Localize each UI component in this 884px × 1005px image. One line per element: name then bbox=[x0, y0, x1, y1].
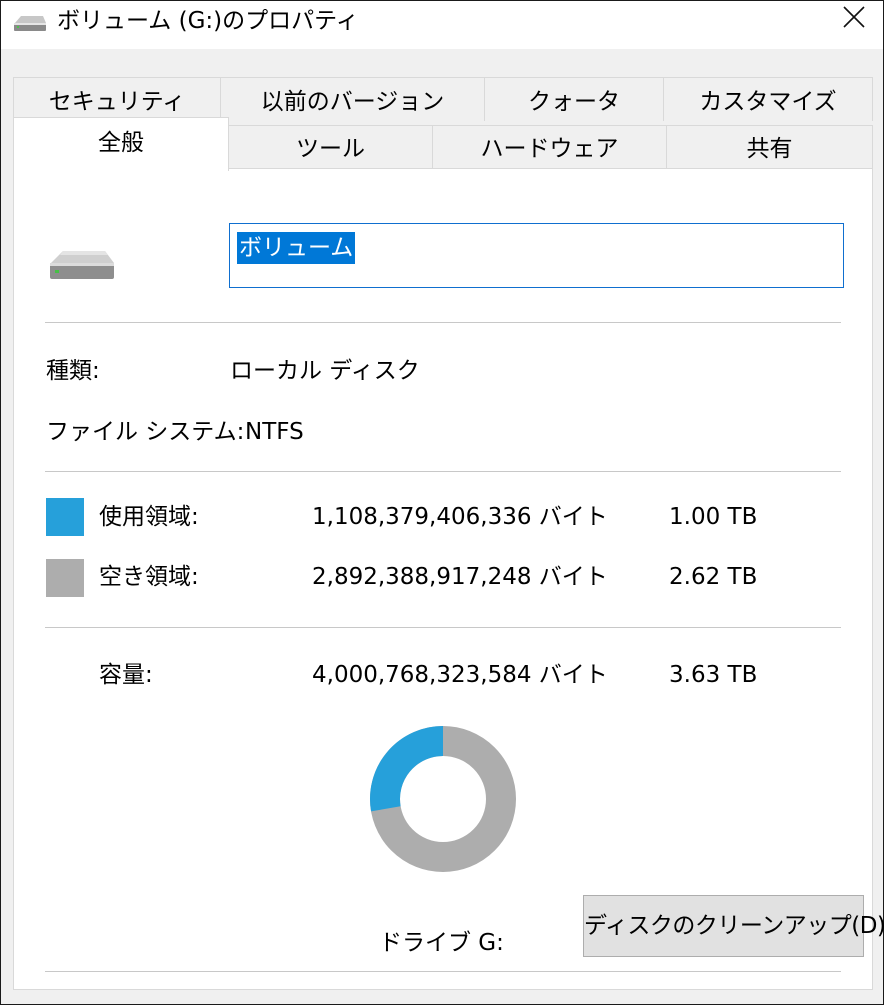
used-space-swatch bbox=[46, 498, 84, 536]
drive-icon bbox=[13, 12, 47, 34]
tab-previous-versions[interactable]: 以前のバージョン bbox=[220, 77, 485, 121]
type-label: 種類: bbox=[46, 358, 100, 384]
disk-cleanup-button[interactable]: ディスクのクリーンアップ(D) bbox=[583, 895, 884, 957]
used-space-bytes: 1,108,379,406,336 バイト bbox=[312, 504, 608, 530]
capacity-size: 3.63 TB bbox=[669, 662, 758, 688]
type-value: ローカル ディスク bbox=[230, 358, 420, 384]
volume-name-input[interactable]: ボリューム bbox=[229, 223, 844, 288]
divider bbox=[45, 322, 841, 323]
title-bar[interactable]: ボリューム (G:)のプロパティ bbox=[1, 1, 883, 49]
used-space-label: 使用領域: bbox=[99, 504, 199, 530]
capacity-label: 容量: bbox=[99, 662, 153, 688]
hard-drive-icon bbox=[48, 247, 116, 287]
free-space-bytes: 2,892,388,917,248 バイト bbox=[312, 564, 608, 590]
used-space-arc bbox=[370, 726, 444, 812]
file-system-label: ファイル システム: bbox=[46, 419, 245, 445]
properties-window: ボリューム (G:)のプロパティ セキュリティ 以前のバージョン クォータ カス… bbox=[0, 0, 884, 1005]
divider bbox=[45, 627, 841, 628]
tab-security[interactable]: セキュリティ bbox=[13, 77, 221, 121]
tab-tools[interactable]: ツール bbox=[228, 125, 433, 169]
divider bbox=[45, 971, 841, 972]
tab-general[interactable]: 全般 bbox=[13, 117, 229, 171]
tab-hardware[interactable]: ハードウェア bbox=[432, 125, 667, 169]
file-system-value: NTFS bbox=[245, 419, 304, 445]
tab-quota[interactable]: クォータ bbox=[484, 77, 664, 121]
drive-label: ドライブ G: bbox=[379, 930, 504, 956]
usage-donut-chart bbox=[370, 726, 516, 872]
free-space-label: 空き領域: bbox=[99, 564, 199, 590]
tab-customize[interactable]: カスタマイズ bbox=[663, 77, 873, 121]
used-space-size: 1.00 TB bbox=[669, 504, 758, 530]
close-button[interactable] bbox=[825, 1, 883, 35]
free-space-size: 2.62 TB bbox=[669, 564, 758, 590]
volume-name-text: ボリューム bbox=[237, 232, 356, 264]
divider bbox=[45, 471, 841, 472]
capacity-bytes: 4,000,768,323,584 バイト bbox=[312, 662, 608, 688]
tab-sharing[interactable]: 共有 bbox=[666, 125, 873, 169]
window-title: ボリューム (G:)のプロパティ bbox=[57, 8, 359, 34]
close-icon bbox=[843, 6, 865, 28]
free-space-swatch bbox=[46, 559, 84, 597]
